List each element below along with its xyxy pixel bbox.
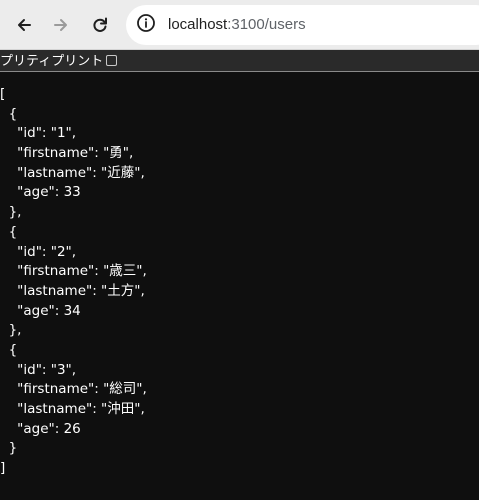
json-line: "firstname": "総司", (0, 381, 147, 398)
json-line: }, (0, 322, 22, 339)
info-icon (136, 13, 156, 38)
json-line: ] (0, 460, 6, 477)
pretty-print-label: プリティプリント (0, 52, 104, 68)
json-line: "id": "3", (0, 361, 77, 378)
forward-button[interactable] (47, 11, 75, 39)
arrow-right-icon (52, 16, 70, 34)
url-text[interactable]: localhost:3100/users (168, 5, 306, 45)
json-line: "lastname": "沖田", (0, 401, 145, 417)
arrow-left-icon (15, 16, 33, 34)
json-line: { (0, 223, 18, 240)
back-button[interactable] (10, 11, 38, 39)
browser-toolbar: localhost:3100/users (0, 0, 479, 50)
pretty-print-checkbox[interactable] (106, 55, 118, 66)
reload-icon (91, 16, 109, 34)
pretty-print-bar: プリティプリント (0, 50, 479, 72)
json-line: "firstname": "歳三", (0, 263, 147, 280)
json-line: [ (0, 86, 6, 102)
json-line: "firstname": "勇", (0, 145, 134, 162)
url-host: localhost (168, 16, 228, 33)
json-line: "lastname": "土方", (0, 282, 145, 299)
json-line: "age": 33 (0, 184, 81, 201)
url-path: :3100/users (227, 16, 306, 33)
json-line: { (0, 105, 18, 122)
json-response-body: [ { "id": "1", "firstname": "勇", "lastna… (0, 85, 479, 479)
json-line: "lastname": "近藤", (0, 164, 145, 181)
json-line: }, (0, 204, 22, 221)
reload-button[interactable] (86, 11, 114, 39)
json-line: "age": 26 (0, 420, 81, 437)
json-line: "id": "2", (0, 243, 77, 260)
json-line: } (0, 440, 18, 457)
site-info-button[interactable] (135, 13, 157, 38)
json-line: "id": "1", (0, 125, 77, 142)
json-line: { (0, 341, 18, 358)
json-line: "age": 34 (0, 302, 81, 319)
address-bar[interactable]: localhost:3100/users (126, 5, 479, 45)
